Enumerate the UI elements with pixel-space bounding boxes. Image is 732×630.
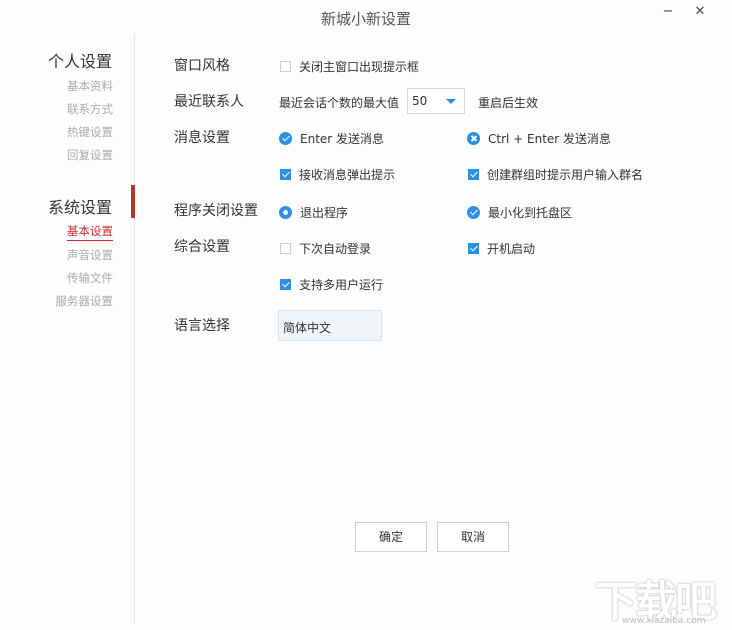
settings-window: 新城小新设置 − ✕ 个人设置 基本资料 联系方式 热键设置 回复设置 系统设置…: [0, 0, 732, 630]
max-sessions-select[interactable]: 50: [407, 88, 465, 114]
multi-user-checkbox[interactable]: [280, 278, 291, 290]
ctrl-enter-send-radio[interactable]: [467, 131, 480, 145]
watermark-url: www.xiazaiba.com: [622, 616, 706, 626]
exit-program-option[interactable]: 退出程序: [279, 203, 348, 221]
close-prompt-label: 关闭主窗口出现提示框: [299, 59, 420, 74]
restart-note: 重启后生效: [478, 96, 539, 110]
active-section-indicator: [131, 185, 135, 218]
title-bar: 新城小新设置 − ✕: [0, 0, 732, 34]
sidebar-item-file-transfer[interactable]: 传输文件: [67, 270, 113, 286]
exit-program-radio[interactable]: [279, 205, 292, 219]
max-sessions-label: 最近会话个数的最大值: [279, 96, 400, 110]
language-label: 语言选择: [174, 318, 230, 334]
close-button[interactable]: ✕: [688, 2, 712, 22]
language-field[interactable]: 简体中文: [278, 310, 382, 341]
general-settings-label: 综合设置: [174, 239, 230, 255]
window-style-label: 窗口风格: [174, 58, 230, 74]
system-settings-title[interactable]: 系统设置: [48, 194, 112, 218]
personal-settings-title[interactable]: 个人设置: [48, 48, 112, 72]
window-title: 新城小新设置: [320, 10, 411, 28]
sidebar: [0, 34, 135, 624]
startup-option[interactable]: 开机启动: [468, 239, 535, 257]
enter-send-option[interactable]: Enter 发送消息: [279, 129, 384, 147]
max-sessions-value: 50: [412, 94, 428, 108]
close-prompt-checkbox[interactable]: [280, 60, 291, 72]
multi-user-option[interactable]: 支持多用户运行: [280, 275, 383, 293]
sidebar-item-hotkey[interactable]: 热键设置: [67, 124, 113, 140]
close-program-label: 程序关闭设置: [174, 203, 258, 219]
auto-login-label: 下次自动登录: [299, 241, 372, 256]
minimize-tray-option[interactable]: 最小化到托盘区: [467, 203, 572, 221]
popup-notify-label: 接收消息弹出提示: [299, 167, 396, 182]
minimize-tray-radio[interactable]: [467, 205, 480, 219]
cancel-button[interactable]: 取消: [437, 522, 509, 552]
startup-label: 开机启动: [487, 241, 536, 256]
chevron-down-icon: [446, 99, 456, 104]
enter-send-radio[interactable]: [279, 131, 292, 145]
exit-program-label: 退出程序: [300, 205, 349, 220]
minimize-button[interactable]: −: [656, 2, 680, 22]
sidebar-item-contact[interactable]: 联系方式: [67, 101, 113, 117]
enter-send-label: Enter 发送消息: [300, 131, 385, 146]
auto-login-checkbox[interactable]: [280, 242, 291, 254]
group-name-prompt-label: 创建群组时提示用户输入群名: [487, 167, 644, 182]
group-name-prompt-option[interactable]: 创建群组时提示用户输入群名: [468, 165, 643, 183]
ctrl-enter-send-label: Ctrl + Enter 发送消息: [488, 131, 612, 146]
message-settings-label: 消息设置: [174, 130, 230, 146]
sidebar-item-basic-settings[interactable]: 基本设置: [67, 223, 113, 241]
ok-button[interactable]: 确定: [355, 522, 427, 552]
popup-notify-option[interactable]: 接收消息弹出提示: [280, 165, 395, 183]
sidebar-item-server[interactable]: 服务器设置: [56, 293, 114, 309]
sidebar-item-basic-info[interactable]: 基本资料: [67, 78, 113, 94]
sidebar-item-reply[interactable]: 回复设置: [67, 147, 113, 163]
recent-contacts-label: 最近联系人: [174, 94, 244, 110]
close-prompt-option[interactable]: 关闭主窗口出现提示框: [280, 57, 419, 75]
sidebar-item-sound[interactable]: 声音设置: [67, 247, 113, 263]
popup-notify-checkbox[interactable]: [280, 168, 291, 180]
startup-checkbox[interactable]: [468, 242, 479, 254]
auto-login-option[interactable]: 下次自动登录: [280, 239, 371, 257]
group-name-prompt-checkbox[interactable]: [468, 168, 479, 180]
multi-user-label: 支持多用户运行: [299, 277, 384, 292]
ctrl-enter-send-option[interactable]: Ctrl + Enter 发送消息: [467, 129, 611, 147]
minimize-tray-label: 最小化到托盘区: [488, 205, 573, 220]
